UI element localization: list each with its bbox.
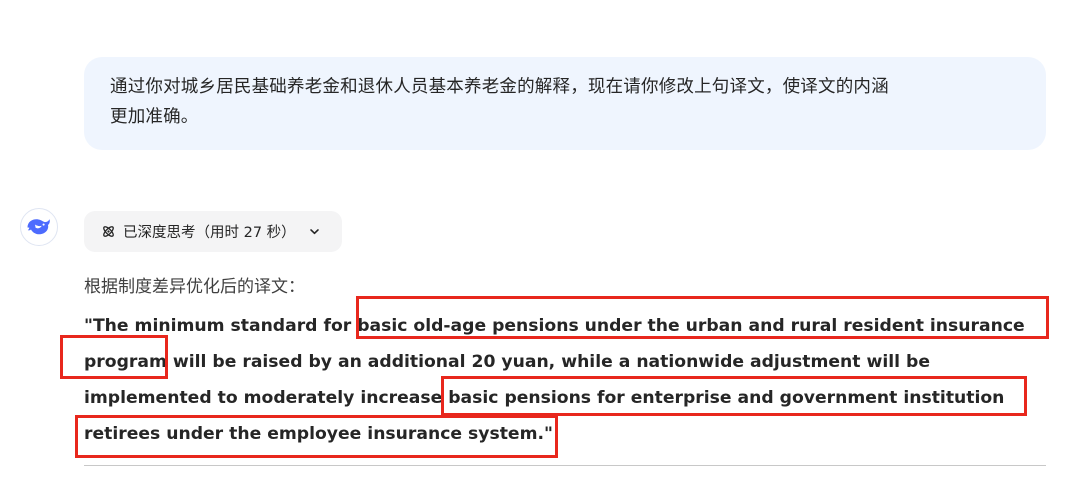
deep-think-toggle[interactable]: 已深度思考（用时 27 秒） — [84, 211, 342, 252]
user-message-text: 通过你对城乡居民基础养老金和退休人员基本养老金的解释，现在请你修改上句译文，使译… — [110, 72, 1020, 132]
answer-line-1: "The minimum standard for basic old-age … — [84, 316, 1025, 336]
user-message-bubble: 通过你对城乡居民基础养老金和退休人员基本养老金的解释，现在请你修改上句译文，使译… — [84, 57, 1046, 150]
whale-icon — [27, 219, 50, 235]
answer-line-3: implemented to moderately increase basic… — [84, 388, 1005, 408]
answer-line-2: program will be raised by an additional … — [84, 352, 930, 372]
message-divider — [84, 465, 1046, 466]
atom-icon — [101, 224, 116, 239]
assistant-avatar — [20, 208, 58, 246]
user-message-line-1: 通过你对城乡居民基础养老金和退休人员基本养老金的解释，现在请你修改上句译文，使译… — [110, 77, 889, 97]
chat-page: 通过你对城乡居民基础养老金和退休人员基本养老金的解释，现在请你修改上句译文，使译… — [0, 0, 1080, 496]
translation-answer: "The minimum standard for basic old-age … — [84, 310, 1064, 454]
chevron-down-icon — [309, 226, 320, 237]
user-message-line-2: 更加准确。 — [110, 107, 199, 127]
answer-line-4: retirees under the employee insurance sy… — [84, 424, 553, 444]
answer-intro: 根据制度差异优化后的译文： — [84, 277, 305, 297]
deep-think-label: 已深度思考（用时 27 秒） — [123, 225, 296, 241]
